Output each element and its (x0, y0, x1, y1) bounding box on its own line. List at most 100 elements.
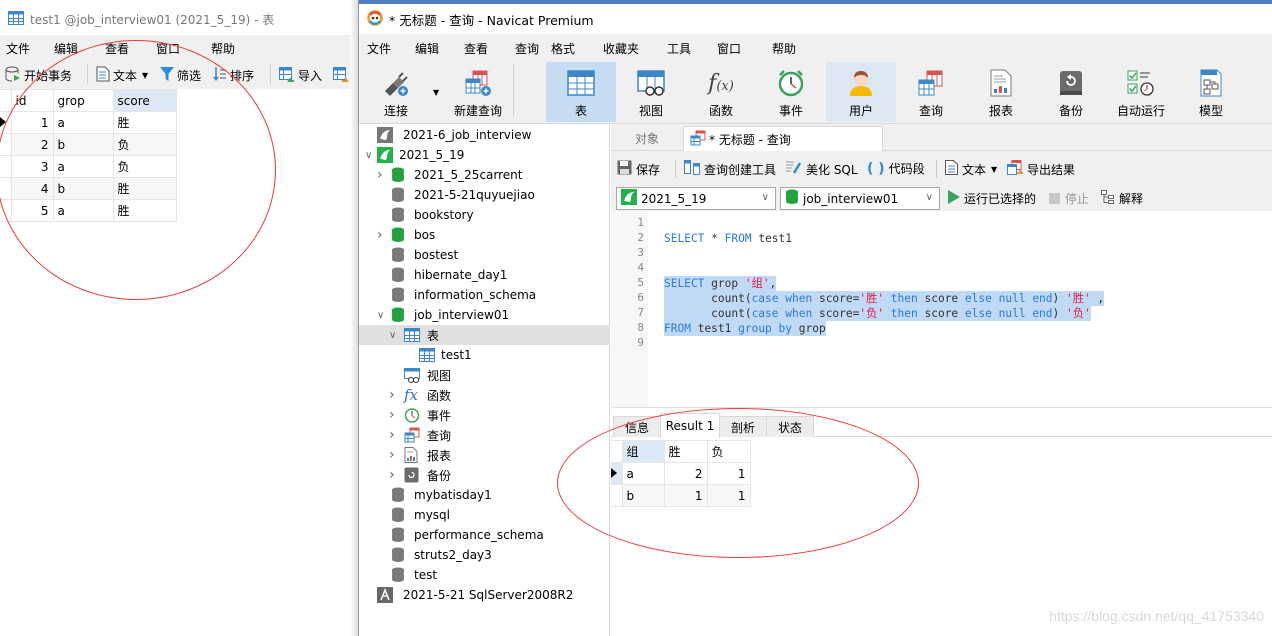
cell-id[interactable]: 3 (10, 155, 54, 178)
menu-edit[interactable]: 编辑 (54, 40, 78, 57)
chevron-right-icon[interactable]: › (377, 167, 383, 183)
begin-transaction-button[interactable]: 开始事务 (5, 66, 72, 85)
tab-info[interactable]: 信息 (613, 416, 661, 437)
run-selected-button[interactable]: 运行已选择的 (948, 190, 1036, 207)
tree-item[interactable]: 2021-5-21quyuejiao (359, 185, 610, 205)
ribbon-model-button[interactable]: 模型 (1176, 62, 1246, 122)
cell-lose[interactable]: 1 (706, 462, 751, 485)
text-output-button[interactable]: 文本 ▼ (945, 160, 997, 178)
cell-id[interactable]: 1 (10, 111, 54, 134)
ribbon-view-button[interactable]: 视图 (616, 62, 686, 122)
tab-result-1[interactable]: Result 1 (660, 413, 720, 438)
export-result-button[interactable]: 导出结果 (1007, 160, 1075, 178)
ribbon-query-button[interactable]: 查询 (896, 62, 966, 122)
cell-id[interactable]: 4 (10, 177, 54, 200)
cell-score[interactable]: 胜 (112, 177, 177, 200)
tree-item[interactable]: bookstory (359, 205, 610, 225)
cell-grop[interactable]: b (52, 133, 114, 156)
menu-format[interactable]: 格式 (551, 40, 575, 57)
menu-view[interactable]: 查看 (105, 40, 129, 57)
chevron-down-icon[interactable]: ∨ (377, 310, 384, 321)
code-line[interactable]: FROM test1 group by grop (664, 321, 826, 336)
tree-item[interactable]: mybatisday1 (359, 485, 610, 505)
tree-item[interactable]: › 查询 (359, 425, 610, 445)
stop-button[interactable]: 停止 (1049, 190, 1089, 207)
ribbon-connect-button[interactable]: 连接 (366, 62, 426, 122)
chevron-down-icon[interactable]: ∨ (365, 150, 372, 161)
menu-window[interactable]: 窗口 (156, 40, 180, 57)
query-builder-button[interactable]: 查询创建工具 (684, 160, 776, 178)
tab-objects[interactable]: 对象 (611, 126, 683, 151)
tree-item[interactable]: ∨ job_interview01 (359, 305, 610, 325)
table-row[interactable]: b 1 1 (611, 484, 751, 507)
code-snippet-button[interactable]: ( ) 代码段 (867, 160, 925, 177)
text-view-button[interactable]: 文本 ▼ (96, 66, 148, 85)
table-row[interactable]: 5 a 胜 (0, 199, 177, 222)
cell-id[interactable]: 2 (10, 133, 54, 156)
menu-edit[interactable]: 编辑 (415, 40, 439, 57)
tab-status[interactable]: 状态 (766, 416, 814, 437)
cell-score[interactable]: 负 (112, 155, 177, 178)
explain-button[interactable]: 解释 (1101, 190, 1143, 207)
beautify-sql-button[interactable]: 美化 SQL (786, 160, 858, 178)
cell-id[interactable]: 5 (10, 199, 54, 222)
code-line[interactable]: count(case when score='胜' then score els… (664, 291, 1105, 306)
tree-item[interactable]: mysql (359, 505, 610, 525)
ribbon-event-button[interactable]: 事件 (756, 62, 826, 122)
cell-win[interactable]: 1 (663, 484, 708, 507)
tree-item[interactable]: › 备份 (359, 465, 610, 485)
cell-group[interactable]: a (621, 462, 665, 485)
tree-item[interactable]: information_schema (359, 285, 610, 305)
tree-item[interactable]: › 报表 (359, 445, 610, 465)
cell-grop[interactable]: a (52, 155, 114, 178)
tree-item[interactable]: › 2021_5_25carrent (359, 165, 610, 185)
menu-query[interactable]: 查询 (515, 40, 539, 57)
tree-item[interactable]: › bos (359, 225, 610, 245)
chevron-right-icon[interactable]: › (389, 387, 395, 403)
menu-tools[interactable]: 工具 (667, 40, 691, 57)
connect-dropdown-arrow-icon[interactable]: ▼ (433, 88, 439, 97)
column-header-grop[interactable]: grop (52, 89, 114, 112)
table-row[interactable]: a 2 1 (611, 462, 751, 485)
ribbon-user-button[interactable]: 用户 (826, 62, 896, 122)
menu-file[interactable]: 文件 (367, 40, 391, 57)
tree-item[interactable]: ∨ 表 (359, 325, 610, 345)
tree-item[interactable]: 视图 (359, 365, 610, 385)
tree-item[interactable]: › fx 函数 (359, 385, 610, 405)
column-header-id[interactable]: id (10, 89, 54, 112)
table-row[interactable]: 2 b 负 (0, 133, 177, 156)
cell-grop[interactable]: a (52, 111, 114, 134)
ribbon-function-button[interactable]: f(x) 函数 (686, 62, 756, 122)
table-row[interactable]: 1 a 胜 (0, 111, 177, 134)
tree-item[interactable]: 2021-5-21 SqlServer2008R2 (359, 585, 610, 605)
tree-item[interactable]: struts2_day3 (359, 545, 610, 565)
column-header-group[interactable]: 组 (621, 440, 665, 463)
save-button[interactable]: 保存 (617, 160, 660, 178)
ribbon-automation-button[interactable]: 自动运行 (1106, 62, 1176, 122)
tree-item[interactable]: bostest (359, 245, 610, 265)
code-line[interactable]: SELECT * FROM test1 (664, 231, 792, 246)
ribbon-table-button[interactable]: 表 (546, 62, 616, 122)
import-button[interactable]: 导入 (279, 66, 322, 85)
tree-item[interactable]: › 事件 (359, 405, 610, 425)
code-line[interactable]: SELECT grop '组', (664, 276, 777, 291)
tree-item[interactable]: hibernate_day1 (359, 265, 610, 285)
cell-lose[interactable]: 1 (706, 484, 751, 507)
chevron-right-icon[interactable]: › (389, 447, 395, 463)
tree-item[interactable]: 2021-6_job_interview (359, 125, 610, 145)
chevron-down-icon[interactable]: ∨ (389, 330, 396, 341)
tree-item[interactable]: performance_schema (359, 525, 610, 545)
cell-win[interactable]: 2 (663, 462, 708, 485)
menu-file[interactable]: 文件 (6, 40, 30, 57)
cell-group[interactable]: b (621, 484, 665, 507)
cell-score[interactable]: 胜 (112, 111, 177, 134)
ribbon-backup-button[interactable]: 备份 (1036, 62, 1106, 122)
connection-select[interactable]: 2021_5_19 ∨ (616, 187, 776, 210)
ribbon-new-query-button[interactable]: 新建查询 (443, 62, 513, 122)
cell-grop[interactable]: a (52, 199, 114, 222)
column-header-win[interactable]: 胜 (663, 440, 708, 463)
chevron-right-icon[interactable]: › (377, 227, 383, 243)
menu-favorites[interactable]: 收藏夹 (603, 40, 639, 57)
filter-button[interactable]: 筛选 (160, 66, 201, 85)
tab-untitled-query[interactable]: * 无标题 - 查询 (683, 126, 883, 151)
